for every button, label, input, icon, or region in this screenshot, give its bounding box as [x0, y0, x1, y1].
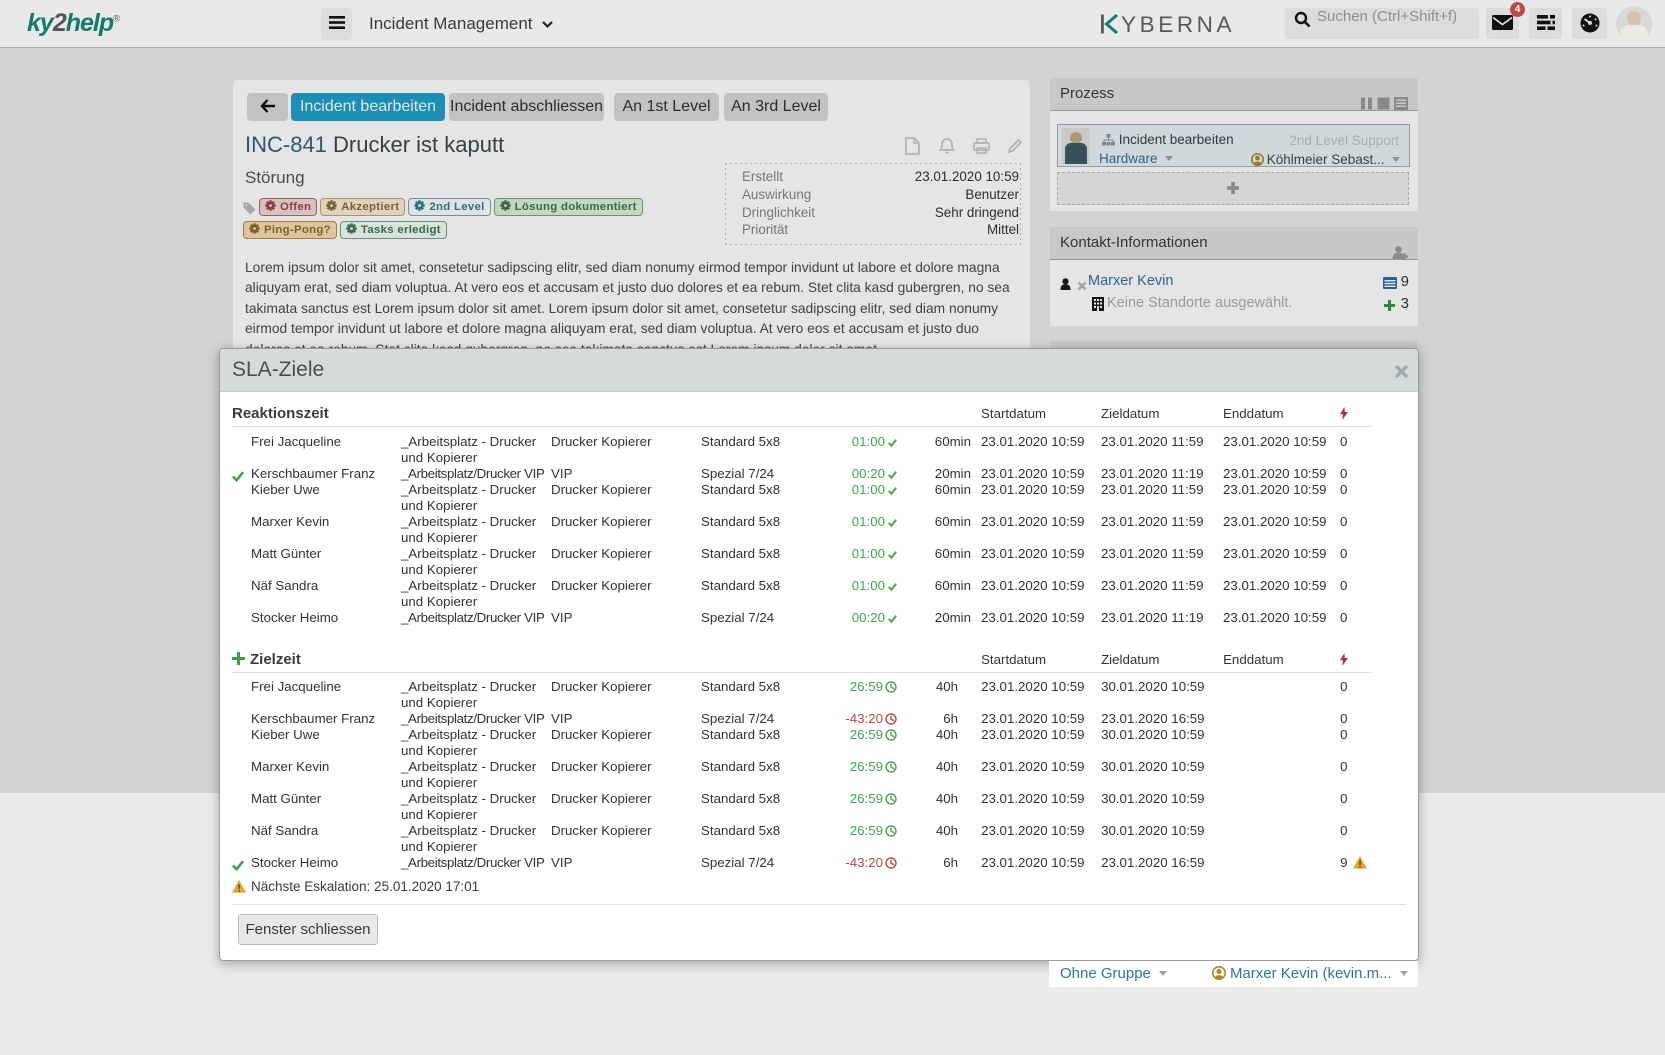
svg-text:YBERNA: YBERNA: [1121, 13, 1235, 35]
